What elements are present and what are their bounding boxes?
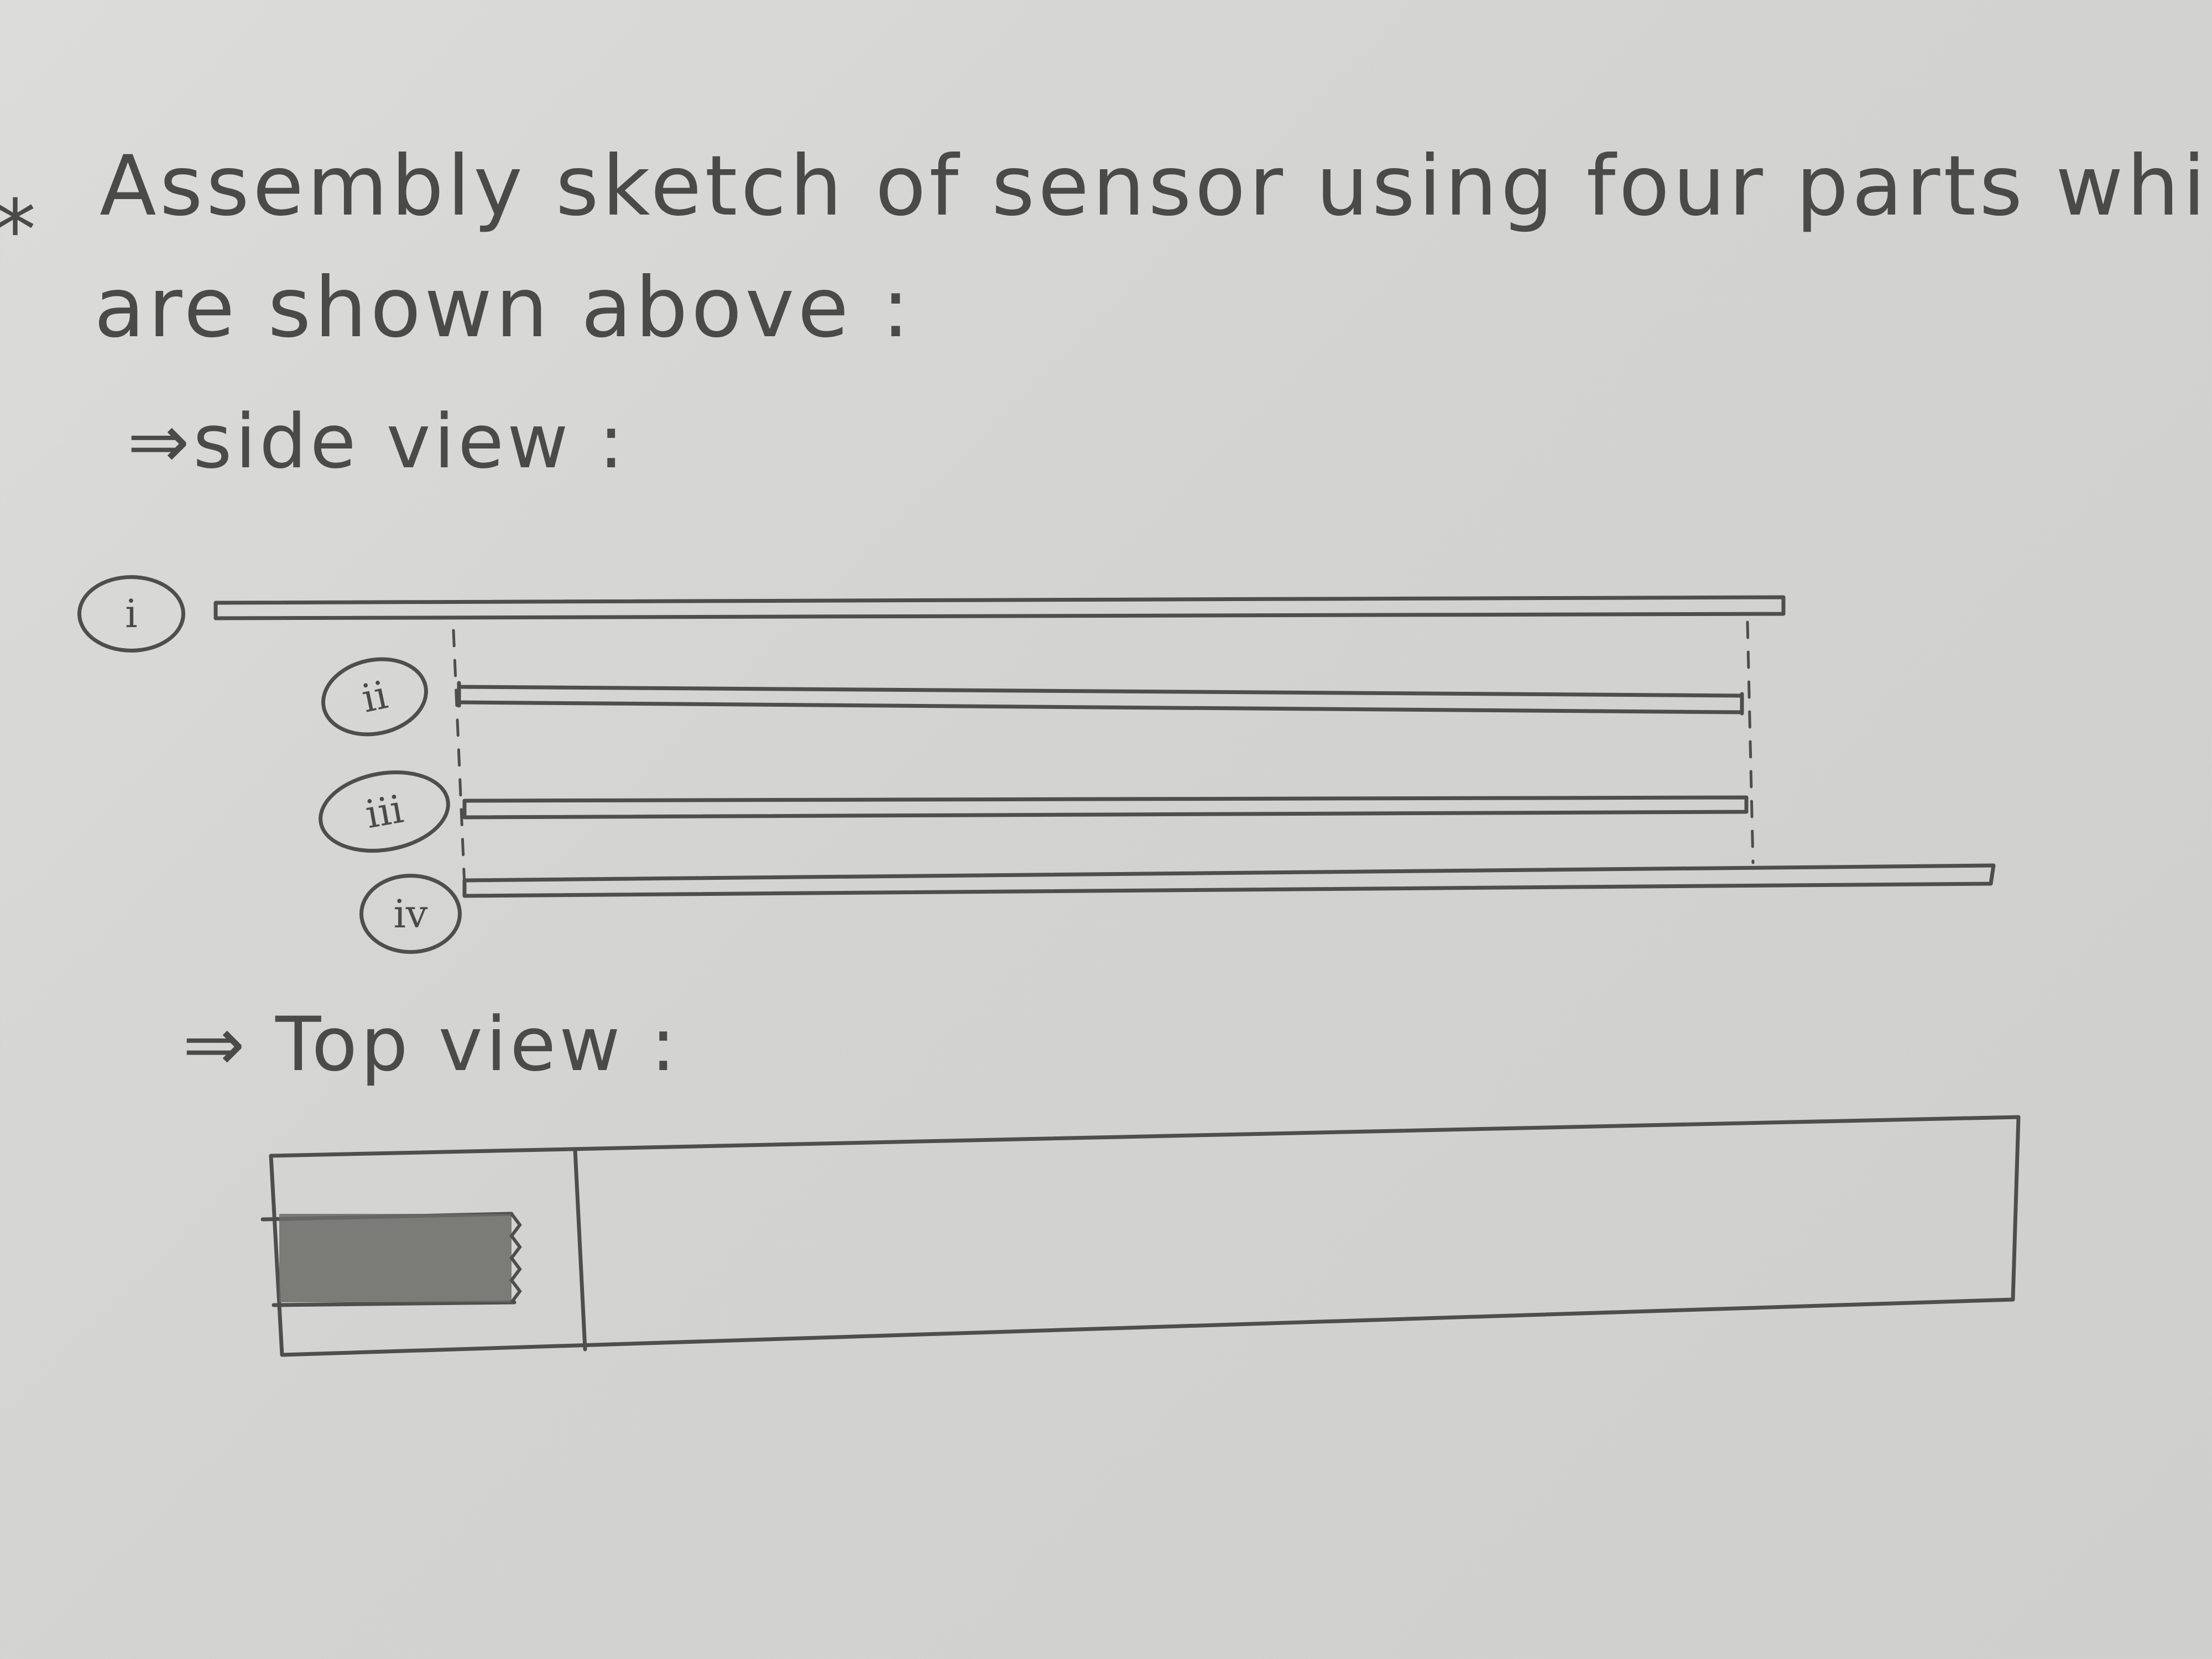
- side-view-layer-iv: [462, 863, 1996, 898]
- top-view-shaded-region: [279, 1213, 522, 1303]
- sketch-drawing: [213, 595, 2021, 1357]
- side-view-layer-ii: [457, 681, 1744, 716]
- top-view-outline: [260, 1115, 2021, 1357]
- alignment-guides: [452, 620, 1755, 886]
- side-view-layer-i: [213, 595, 1786, 620]
- sketch-page: * Assembly sketch of sensor using four p…: [0, 0, 2212, 1659]
- side-view-layer-iii: [462, 795, 1749, 820]
